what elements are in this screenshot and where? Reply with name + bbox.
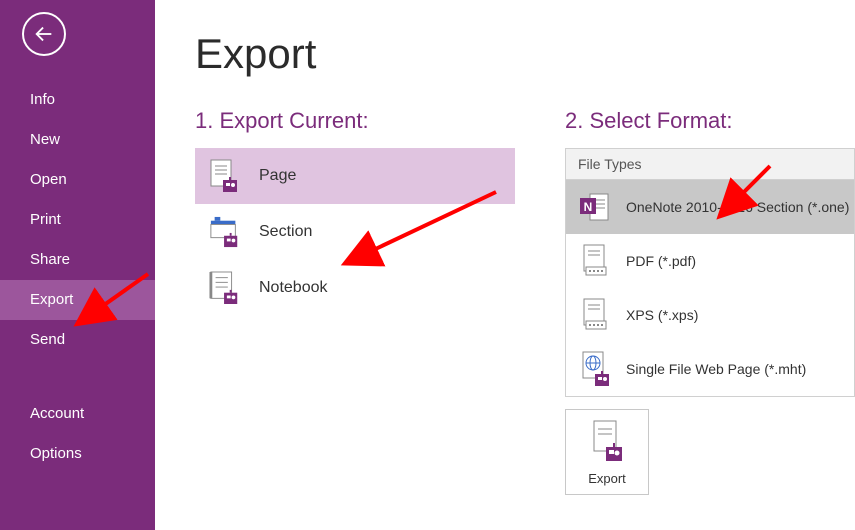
step1-heading: 1. Export Current: (195, 108, 515, 134)
format-option-onenote[interactable]: N OneNote 2010-2016 Section (*.one) (566, 180, 854, 234)
export-option-section[interactable]: Section (195, 204, 515, 260)
notebook-icon (209, 270, 241, 306)
format-option-label: XPS (*.xps) (626, 307, 698, 323)
sidebar-item-account[interactable]: Account (0, 394, 155, 434)
format-group-label: File Types (566, 149, 854, 180)
sidebar-item-print[interactable]: Print (0, 200, 155, 240)
section-icon (209, 214, 241, 250)
export-button[interactable]: Export (565, 409, 649, 495)
sidebar-item-label: Print (30, 211, 61, 228)
sidebar-item-label: New (30, 131, 60, 148)
sidebar-item-label: Share (30, 251, 70, 268)
export-icon (588, 419, 626, 463)
sidebar-item-options[interactable]: Options (0, 434, 155, 474)
page-icon (209, 158, 241, 194)
export-option-label: Notebook (259, 279, 328, 297)
format-option-xps[interactable]: XPS (*.xps) (566, 288, 854, 342)
back-arrow-icon (33, 23, 55, 45)
format-option-label: PDF (*.pdf) (626, 253, 696, 269)
export-option-notebook[interactable]: Notebook (195, 260, 515, 316)
format-option-mht[interactable]: Single File Web Page (*.mht) (566, 342, 854, 396)
sidebar-item-label: Account (30, 405, 84, 422)
sidebar-item-label: Open (30, 171, 67, 188)
sidebar-item-label: Send (30, 331, 65, 348)
sidebar-item-new[interactable]: New (0, 120, 155, 160)
mht-icon (578, 350, 612, 388)
backstage-sidebar: Info New Open Print Share Export Send Ac… (0, 0, 155, 530)
export-option-label: Section (259, 223, 312, 241)
sidebar-item-open[interactable]: Open (0, 160, 155, 200)
sidebar-item-label: Options (30, 445, 82, 462)
sidebar-item-share[interactable]: Share (0, 240, 155, 280)
sidebar-item-label: Info (30, 91, 55, 108)
sidebar-item-send[interactable]: Send (0, 320, 155, 360)
back-button[interactable] (22, 12, 66, 56)
svg-text:N: N (584, 200, 593, 214)
format-option-pdf[interactable]: PDF (*.pdf) (566, 234, 854, 288)
sidebar-item-info[interactable]: Info (0, 80, 155, 120)
step2-heading: 2. Select Format: (565, 108, 855, 134)
page-title: Export (195, 30, 855, 78)
backstage-main: Export 1. Export Current: (155, 0, 855, 530)
xps-icon (578, 296, 612, 334)
export-option-page[interactable]: Page (195, 148, 515, 204)
onenote-icon: N (578, 188, 612, 226)
sidebar-item-export[interactable]: Export (0, 280, 155, 320)
export-option-label: Page (259, 167, 296, 185)
export-button-label: Export (588, 471, 626, 486)
format-list: File Types N OneNote (565, 148, 855, 397)
format-option-label: OneNote 2010-2016 Section (*.one) (626, 199, 849, 215)
sidebar-item-label: Export (30, 291, 73, 308)
pdf-icon (578, 242, 612, 280)
format-option-label: Single File Web Page (*.mht) (626, 361, 806, 377)
